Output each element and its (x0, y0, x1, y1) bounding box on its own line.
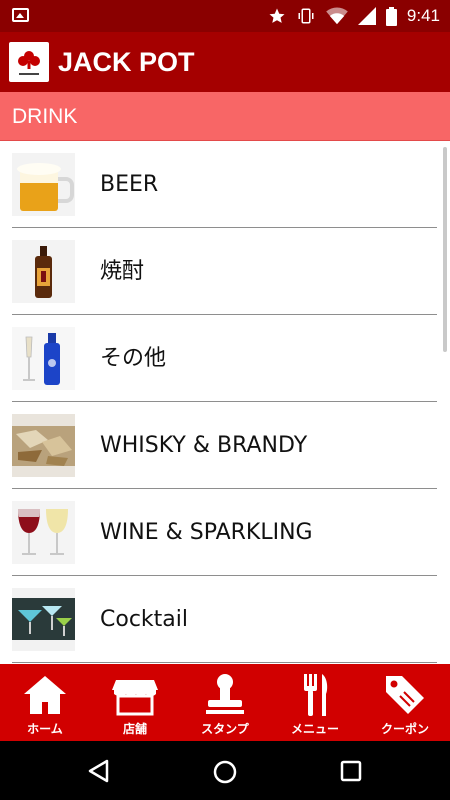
tab-label: 店舗 (122, 722, 147, 736)
home-icon (24, 676, 66, 714)
drink-list[interactable]: BEER 焼酎 その他 WHISKY & BRANDY WINE & SPARK… (0, 141, 450, 664)
star-icon (269, 8, 285, 23)
shochu-bottle-photo (12, 240, 75, 303)
list-item-beer[interactable]: BEER (12, 141, 437, 228)
list-item-label: WINE & SPARKLING (100, 520, 313, 545)
list-item-other[interactable]: その他 (12, 315, 437, 402)
list-item-label: BEER (100, 172, 159, 197)
tab-store[interactable]: 店舗 (90, 664, 180, 741)
home-circle-icon[interactable] (211, 758, 239, 786)
list-item-whisky-brandy[interactable]: WHISKY & BRANDY (12, 402, 437, 489)
bottom-tab-bar: ホーム 店舗 スタンプ メニュー クーポン (0, 664, 450, 741)
section-header: DRINK (0, 92, 450, 141)
sake-bottles-photo (12, 327, 75, 390)
list-item-label: その他 (100, 346, 167, 371)
stamp-icon (206, 674, 244, 714)
status-icons: 9:41 (268, 0, 440, 32)
status-bar: 9:41 (0, 0, 450, 32)
jackpot-logo-icon (9, 42, 49, 82)
status-time: 9:41 (406, 6, 440, 25)
coupon-tag-icon (386, 676, 424, 714)
wine-glasses-photo (12, 501, 75, 564)
tab-label: スタンプ (201, 722, 249, 736)
tab-coupon[interactable]: クーポン (360, 664, 450, 741)
back-icon[interactable] (86, 758, 112, 784)
signal-icon (357, 7, 376, 25)
app-bar: JACK POT (0, 32, 450, 92)
tab-label: メニュー (290, 722, 339, 736)
list-item-label: Cocktail (100, 607, 188, 632)
list-item-label: 焼酎 (100, 259, 145, 284)
list-item-cocktail[interactable]: Cocktail (12, 576, 437, 663)
battery-icon (385, 6, 397, 26)
whisky-glass-photo (12, 414, 75, 477)
tab-label: クーポン (380, 722, 429, 736)
vibrate-icon (298, 8, 314, 24)
beer-mug-photo (12, 153, 75, 216)
wifi-icon (326, 7, 348, 25)
list-item-label: WHISKY & BRANDY (100, 433, 308, 458)
recents-icon[interactable] (338, 758, 364, 784)
tab-label: ホーム (27, 722, 63, 736)
image-notification-icon (12, 8, 29, 22)
cocktail-glasses-photo (12, 588, 75, 651)
app-title: JACK POT (58, 47, 195, 77)
tab-stamp[interactable]: スタンプ (180, 664, 270, 741)
scrollbar[interactable] (443, 147, 447, 352)
fork-knife-icon (304, 674, 328, 716)
section-title: DRINK (12, 105, 78, 128)
store-icon (112, 680, 158, 716)
system-navigation-bar (0, 741, 450, 800)
list-item-wine-sparkling[interactable]: WINE & SPARKLING (12, 489, 437, 576)
tab-menu[interactable]: メニュー (270, 664, 360, 741)
tab-home[interactable]: ホーム (0, 664, 90, 741)
list-item-shochu[interactable]: 焼酎 (12, 228, 437, 315)
